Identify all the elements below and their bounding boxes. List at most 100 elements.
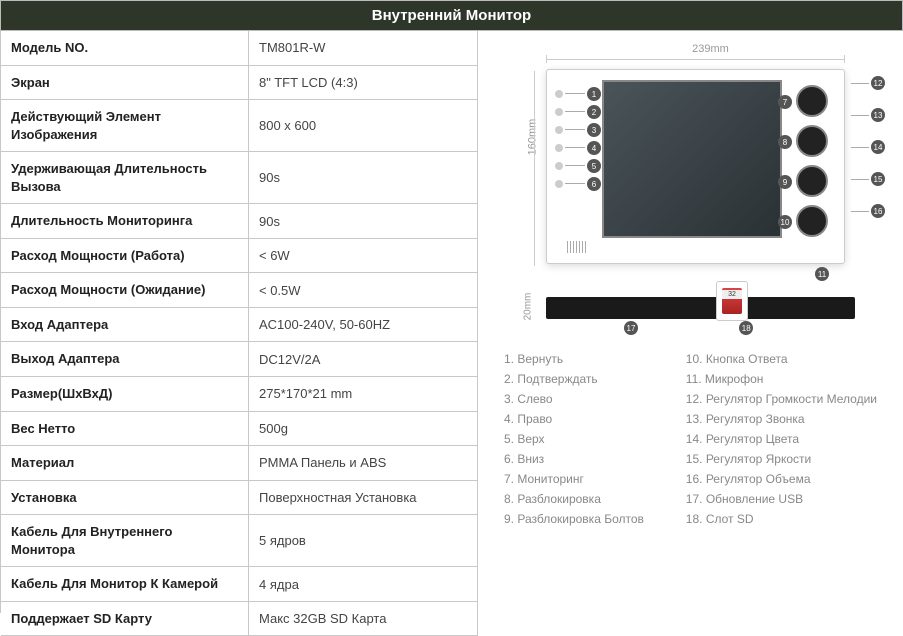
spec-value: < 6W [249,239,478,273]
legend-item: 6. Вниз [504,449,656,469]
legend-item: 2. Подтверждать [504,369,656,389]
nav-button: 4 [555,144,563,152]
nav-button: 3 [555,126,563,134]
spec-value: 500g [249,412,478,446]
action-button: 10 [796,205,828,237]
callout-13: 13 [871,108,885,122]
diagram-panel: 239mm 160mm 1 2 3 4 5 6 7 8 9 10 11 12 1… [478,31,903,613]
callout-9: 9 [778,175,792,189]
spec-label: Поддержает SD Карту [1,602,249,636]
spec-row: МатериалPMMA Панель и ABS [1,446,478,481]
legend-item: 9. Разблокировка Болтов [504,509,656,529]
dimension-width: 239mm [576,43,845,55]
spec-value: Макс 32GB SD Карта [249,602,478,636]
nav-button: 5 [555,162,563,170]
callout-14: 14 [871,140,885,154]
side-control: 15 [851,172,885,186]
speaker-grille [567,241,587,253]
spec-label: Кабель Для Внутреннего Монитора [1,515,249,566]
spec-label: Модель NO. [1,31,249,65]
legend-item: 8. Разблокировка [504,489,656,509]
spec-row: Модель NO.TM801R-W [1,31,478,66]
callout-16: 16 [871,204,885,218]
legend-item: 14. Регулятор Цвета [686,429,877,449]
spec-row: Вес Нетто500g [1,412,478,447]
spec-label: Выход Адаптера [1,342,249,376]
legend-item: 17. Обновление USB [686,489,877,509]
spec-row: Выход АдаптераDC12V/2A [1,342,478,377]
spec-label: Установка [1,481,249,515]
main-container: Модель NO.TM801R-WЭкран8" TFT LCD (4:3)Д… [0,31,903,613]
spec-label: Расход Мощности (Ожидание) [1,273,249,307]
spec-row: Вход АдаптераAC100-240V, 50-60HZ [1,308,478,343]
spec-label: Экран [1,66,249,100]
spec-row: Поддержает SD КартуМакс 32GB SD Карта [1,602,478,636]
spec-label: Расход Мощности (Работа) [1,239,249,273]
callout-4: 4 [587,141,601,155]
header-title: Внутренний Монитор [0,0,903,31]
side-controls: 12 13 14 15 16 [851,76,885,236]
spec-value: TM801R-W [249,31,478,65]
spec-label: Материал [1,446,249,480]
callout-1: 1 [587,87,601,101]
left-buttons: 1 2 3 4 5 6 [555,90,595,198]
nav-button: 1 [555,90,563,98]
callout-6: 6 [587,177,601,191]
spec-value: 8" TFT LCD (4:3) [249,66,478,100]
spec-label: Вес Нетто [1,412,249,446]
callout-17: 17 [624,321,638,335]
callout-18: 18 [739,321,753,335]
legend-item: 1. Вернуть [504,349,656,369]
callout-3: 3 [587,123,601,137]
spec-row: Экран8" TFT LCD (4:3) [1,66,478,101]
callout-5: 5 [587,159,601,173]
side-control: 14 [851,140,885,154]
callout-10: 10 [778,215,792,229]
legend-item: 13. Регулятор Звонка [686,409,877,429]
side-control: 13 [851,108,885,122]
spec-value: 800 x 600 [249,100,478,151]
callout-11: 11 [815,267,829,281]
legend-item: 18. Слот SD [686,509,877,529]
legend-item: 15. Регулятор Яркости [686,449,877,469]
spec-row: Действующий Элемент Изображения800 x 600 [1,100,478,152]
spec-row: Размер(ШхВхД)275*170*21 mm [1,377,478,412]
spec-value: 90s [249,204,478,238]
spec-row: Кабель Для Монитор К Камерой4 ядра [1,567,478,602]
callout-8: 8 [778,135,792,149]
action-button: 9 [796,165,828,197]
legend-item: 4. Право [504,409,656,429]
spec-row: Длительность Мониторинга90s [1,204,478,239]
spec-label: Кабель Для Монитор К Камерой [1,567,249,601]
callout-2: 2 [587,105,601,119]
spec-row: Кабель Для Внутреннего Монитора5 ядров [1,515,478,567]
spec-row: УстановкаПоверхностная Установка [1,481,478,516]
legend-item: 16. Регулятор Объема [686,469,877,489]
dimension-height: 160mm [526,119,538,156]
spec-value: 90s [249,152,478,203]
sd-card [716,281,748,321]
spec-label: Длительность Мониторинга [1,204,249,238]
callout-15: 15 [871,172,885,186]
legend-item: 11. Микрофон [686,369,877,389]
callout-7: 7 [778,95,792,109]
legend-item: 3. Слево [504,389,656,409]
spec-value: 4 ядра [249,567,478,601]
spec-row: Расход Мощности (Работа)< 6W [1,239,478,274]
spec-value: AC100-240V, 50-60HZ [249,308,478,342]
spec-value: Поверхностная Установка [249,481,478,515]
specs-table: Модель NO.TM801R-WЭкран8" TFT LCD (4:3)Д… [0,31,478,613]
spec-label: Вход Адаптера [1,308,249,342]
legend-item: 12. Регулятор Громкости Мелодии [686,389,877,409]
spec-label: Размер(ШхВхД) [1,377,249,411]
legend-item: 7. Мониторинг [504,469,656,489]
side-control: 16 [851,204,885,218]
bottom-bar [546,297,855,319]
device-diagram: 239mm 160mm 1 2 3 4 5 6 7 8 9 10 11 12 1… [486,41,895,341]
legend-col-1: 1. Вернуть2. Подтверждать3. Слево4. Прав… [504,349,656,529]
dim-line-horizontal [546,59,845,60]
spec-row: Расход Мощности (Ожидание)< 0.5W [1,273,478,308]
spec-value: < 0.5W [249,273,478,307]
dim-line-vertical [534,71,535,266]
legend: 1. Вернуть2. Подтверждать3. Слево4. Прав… [486,341,895,537]
